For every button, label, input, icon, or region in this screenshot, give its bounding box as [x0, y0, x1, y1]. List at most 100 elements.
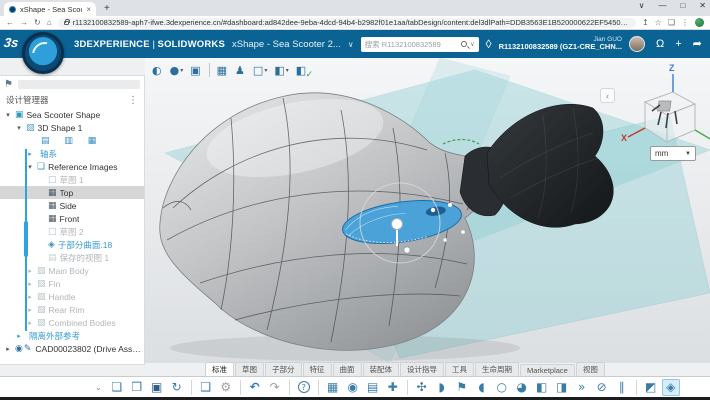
- close-icon[interactable]: ✕: [699, 1, 706, 10]
- minimize-icon[interactable]: —: [658, 1, 666, 10]
- tree-item[interactable]: Main Body: [0, 264, 144, 277]
- net-surface-icon[interactable]: ▤: [364, 379, 382, 396]
- maximize-icon[interactable]: □: [680, 1, 685, 10]
- flag-plane-icon[interactable]: ⚑: [453, 379, 471, 396]
- ribbon-tab[interactable]: 子部分: [265, 362, 302, 376]
- tree-expand-icon[interactable]: [15, 332, 23, 340]
- share-arrow-icon[interactable]: [693, 39, 702, 50]
- subdivision-primitive-icon[interactable]: ◈: [662, 379, 680, 396]
- curve-sheet-icon[interactable]: ◖: [473, 379, 491, 396]
- tree-item[interactable]: Fin: [0, 277, 144, 290]
- browser-tab[interactable]: xShape - Sea Scooter 2023 ×: [4, 2, 96, 16]
- toolbar-separator[interactable]: [289, 380, 290, 395]
- reload-icon[interactable]: ↻: [34, 18, 41, 27]
- qt-separator[interactable]: [209, 63, 210, 77]
- user-avatar[interactable]: [629, 36, 645, 52]
- control-point-main[interactable]: [392, 219, 403, 230]
- tree-item[interactable]: Rear Rim: [0, 303, 144, 316]
- tree-expand-icon[interactable]: [4, 345, 12, 353]
- search-scope-chevron-icon[interactable]: [470, 41, 474, 48]
- toolbar-separator[interactable]: [318, 380, 319, 395]
- tab-close-icon[interactable]: ×: [86, 5, 91, 14]
- render-style-icon[interactable]: ●▾: [170, 64, 184, 77]
- address-bar[interactable]: r1132100832589-aph7-ifwe.3dexperience.cn…: [58, 18, 636, 28]
- settings-gear-icon[interactable]: ⚙: [217, 379, 235, 396]
- tree-item[interactable]: Sea Scooter Shape: [0, 108, 144, 121]
- validate-view-icon[interactable]: ◧: [296, 64, 307, 77]
- panel-menu-icon[interactable]: [128, 95, 138, 106]
- tree-item[interactable]: Combined Bodies: [0, 316, 144, 329]
- trim-box-icon[interactable]: ◨: [553, 379, 571, 396]
- save-icon[interactable]: ▣: [148, 379, 166, 396]
- tree-expand-icon[interactable]: [26, 280, 34, 288]
- tree-expand-icon[interactable]: [26, 163, 34, 171]
- ribbon-tab[interactable]: 曲面: [333, 362, 362, 376]
- search-icon[interactable]: [461, 41, 467, 47]
- paste-special-icon[interactable]: ❑: [197, 379, 215, 396]
- actionbar-collapse-icon[interactable]: [95, 383, 102, 392]
- home-icon[interactable]: ⌂: [47, 18, 52, 27]
- tree-expand-icon[interactable]: [26, 319, 34, 327]
- selection-box-icon[interactable]: □▾: [253, 64, 267, 77]
- view-globe-icon[interactable]: ◐: [152, 64, 163, 77]
- toolbar-separator[interactable]: [191, 380, 192, 395]
- tree-expand-icon[interactable]: [26, 267, 34, 275]
- tree-item[interactable]: Reference Images: [0, 160, 144, 173]
- tree-item[interactable]: Top: [0, 186, 144, 199]
- open-icon[interactable]: ❐: [128, 379, 146, 396]
- tree-expand-icon[interactable]: [4, 111, 12, 119]
- tree-expand-icon[interactable]: [26, 150, 34, 158]
- new-tab-button[interactable]: +: [104, 3, 110, 16]
- window-menu-icon[interactable]: ∨: [639, 1, 645, 10]
- tree-item[interactable]: [0, 134, 144, 147]
- move-icon[interactable]: ✚: [384, 379, 402, 396]
- sync-icon[interactable]: ↻: [168, 379, 186, 396]
- back-icon[interactable]: ←: [6, 18, 14, 27]
- robot-icon[interactable]: ♟: [235, 64, 246, 77]
- viewport-3d[interactable]: X Y Z ‹ mm: [145, 58, 710, 363]
- tree-expand-icon[interactable]: [26, 306, 34, 314]
- tree-expand-icon[interactable]: [15, 124, 23, 132]
- browser-menu-icon[interactable]: ⋮: [681, 18, 689, 27]
- ribbon-tab[interactable]: 视图: [576, 362, 605, 376]
- tree-item[interactable]: 隔离外部参考: [0, 329, 144, 342]
- ribbon-tab[interactable]: 特征: [303, 362, 332, 376]
- compass-app-icon[interactable]: [22, 32, 64, 74]
- panel-collapse-button[interactable]: ‹: [600, 88, 615, 103]
- bell-icon[interactable]: [656, 39, 664, 50]
- ribbon-tab[interactable]: 草图: [235, 362, 264, 376]
- tree-item[interactable]: 草图 1: [0, 173, 144, 186]
- toolbar-separator[interactable]: [636, 380, 637, 395]
- redo-icon[interactable]: ↷: [266, 379, 284, 396]
- image-plane-icon[interactable]: ▦: [217, 64, 228, 77]
- add-icon[interactable]: [675, 39, 681, 50]
- flag-icon[interactable]: [4, 79, 13, 90]
- bend-icon[interactable]: »: [573, 379, 591, 396]
- ribbon-tab[interactable]: Marketplace: [520, 364, 575, 376]
- ribbon-tab[interactable]: 设计指导: [400, 362, 444, 376]
- tree-item[interactable]: 保存的视图 1: [0, 251, 144, 264]
- help-icon[interactable]: ?: [295, 379, 313, 396]
- pivot-icon[interactable]: ✣: [413, 379, 431, 396]
- capture-icon[interactable]: ▣: [190, 64, 201, 77]
- browser-profile-avatar[interactable]: [695, 18, 704, 27]
- loop-icon[interactable]: ○: [493, 379, 511, 396]
- loft-icon[interactable]: ◗: [433, 379, 451, 396]
- parallel-planes-icon[interactable]: ∥: [613, 379, 631, 396]
- forward-icon[interactable]: →: [20, 18, 28, 27]
- bookmark-star-icon[interactable]: ☆: [655, 18, 662, 27]
- split-circle-icon[interactable]: ⊘: [593, 379, 611, 396]
- ribbon-tab[interactable]: 装配体: [363, 362, 400, 376]
- tree-expand-icon[interactable]: [26, 293, 34, 301]
- app-switcher-chevron-icon[interactable]: [348, 40, 354, 49]
- prism-icon[interactable]: ◩: [642, 379, 660, 396]
- tree-item[interactable]: Handle: [0, 290, 144, 303]
- undo-icon[interactable]: ↶: [246, 379, 264, 396]
- tree-item[interactable]: 草图 2: [0, 225, 144, 238]
- tree-branch-handle[interactable]: [24, 221, 28, 257]
- ribbon-tab[interactable]: 标准: [205, 362, 234, 376]
- tree-item[interactable]: 轴系: [0, 147, 144, 160]
- toolbar-separator[interactable]: [240, 380, 241, 395]
- reference-grid-icon[interactable]: ▦: [324, 379, 342, 396]
- sidebar-icon[interactable]: ❏: [668, 18, 675, 27]
